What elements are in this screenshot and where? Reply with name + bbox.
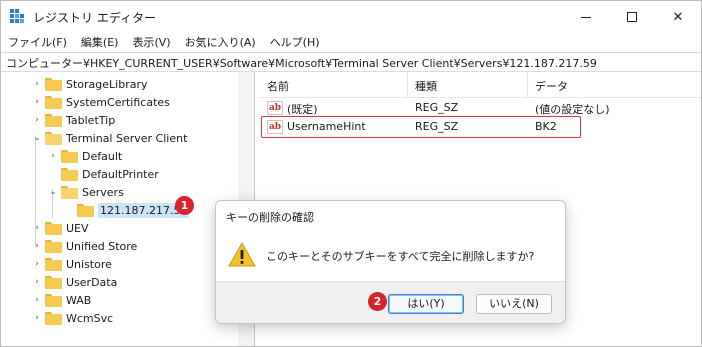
no-button[interactable]: いいえ(N) xyxy=(476,294,552,314)
tree-item-label: UEV xyxy=(66,221,89,235)
menu-edit[interactable]: 編集(E) xyxy=(74,33,126,52)
dialog-footer: はい(Y) いいえ(N) xyxy=(216,281,565,323)
registry-editor-icon xyxy=(10,9,24,23)
folder-icon xyxy=(45,275,62,289)
tree-item-uev[interactable]: › UEV xyxy=(31,219,89,237)
menu-view[interactable]: 表示(V) xyxy=(125,33,177,52)
column-header-name[interactable]: 名前 xyxy=(267,78,289,94)
value-data: BK2 xyxy=(535,120,557,133)
value-type: REG_SZ xyxy=(415,120,459,133)
tree-item-label: DefaultPrinter xyxy=(82,167,159,181)
tree-item-server-ip[interactable]: 121.187.217.59 xyxy=(63,201,190,219)
tree-item-label: TabletTip xyxy=(66,113,116,127)
dialog-title: キーの削除の確認 xyxy=(226,211,314,224)
folder-icon xyxy=(45,221,62,235)
tree-item-label: Unified Store xyxy=(66,239,138,253)
folder-open-icon xyxy=(45,131,62,145)
tree-item-unistore[interactable]: › Unistore xyxy=(31,255,112,273)
tree-item-servers[interactable]: ⌄ Servers xyxy=(47,183,124,201)
column-header-type[interactable]: 種類 xyxy=(415,78,437,94)
folder-icon xyxy=(45,311,62,325)
string-value-icon: ab xyxy=(267,120,283,134)
title-bar: レジストリ エディター ✕ xyxy=(1,1,701,33)
chevron-right-icon[interactable]: › xyxy=(31,111,43,129)
folder-icon xyxy=(45,239,62,253)
tree-item-label: Unistore xyxy=(66,257,112,271)
menu-help[interactable]: ヘルプ(H) xyxy=(263,33,327,52)
tree-item-wcmsvc[interactable]: › WcmSvc xyxy=(31,309,113,327)
tree-item-label: SystemCertificates xyxy=(66,95,170,109)
tree-item-userdata[interactable]: › UserData xyxy=(31,273,117,291)
tree-item-systemcertificates[interactable]: › SystemCertificates xyxy=(31,93,170,111)
folder-icon xyxy=(77,203,94,217)
menu-file[interactable]: ファイル(F) xyxy=(1,33,74,52)
minimize-icon xyxy=(581,16,591,18)
yes-button[interactable]: はい(Y) xyxy=(388,294,464,314)
list-row-usernamehint[interactable]: ab UsernameHint REG_SZ BK2 xyxy=(259,118,701,137)
folder-icon xyxy=(45,77,62,91)
window-title: レジストリ エディター xyxy=(33,11,156,25)
value-type: REG_SZ xyxy=(415,101,459,114)
tree-item-label: WcmSvc xyxy=(66,311,114,325)
confirm-delete-dialog: キーの削除の確認 このキーとそのサブキーをすべて完全に削除しますか? はい(Y)… xyxy=(215,200,566,324)
chevron-right-icon[interactable]: › xyxy=(47,147,59,165)
tree-item-default[interactable]: › Default xyxy=(47,147,122,165)
chevron-right-icon[interactable]: › xyxy=(31,75,43,93)
value-data: (値の設定なし) xyxy=(535,103,610,116)
registry-editor-window: レジストリ エディター ✕ ファイル(F) 編集(E) 表示(V) お気に入り(… xyxy=(0,0,702,347)
column-separator[interactable] xyxy=(407,72,408,98)
folder-icon xyxy=(45,293,62,307)
menu-bar: ファイル(F) 編集(E) 表示(V) お気に入り(A) ヘルプ(H) xyxy=(1,33,701,52)
step-badge-2: 2 xyxy=(368,292,387,311)
folder-icon xyxy=(45,95,62,109)
maximize-button[interactable] xyxy=(609,1,655,33)
string-value-icon: ab xyxy=(267,101,283,115)
close-icon: ✕ xyxy=(672,9,684,25)
tree-item-label: StorageLibrary xyxy=(66,77,148,91)
tree-item-label: Default xyxy=(82,149,123,163)
tree-item-unified-store[interactable]: › Unified Store xyxy=(31,237,137,255)
folder-icon xyxy=(61,149,78,163)
column-separator[interactable] xyxy=(527,72,528,98)
tree-item-label: UserData xyxy=(66,275,118,289)
value-name: (既定) xyxy=(287,103,318,116)
folder-open-icon xyxy=(61,185,78,199)
step-badge-1: 1 xyxy=(175,196,194,215)
chevron-right-icon[interactable]: › xyxy=(31,93,43,111)
chevron-right-icon[interactable]: › xyxy=(31,291,43,309)
folder-icon xyxy=(45,113,62,127)
chevron-down-icon[interactable]: ⌄ xyxy=(31,129,43,147)
chevron-right-icon[interactable]: › xyxy=(31,237,43,255)
chevron-right-icon[interactable]: › xyxy=(31,219,43,237)
tree-item-terminal-server-client[interactable]: ⌄ Terminal Server Client xyxy=(31,129,187,147)
maximize-icon xyxy=(627,12,637,22)
tree-item-label: Servers xyxy=(82,185,124,199)
chevron-right-icon[interactable]: › xyxy=(31,273,43,291)
menu-favorites[interactable]: お気に入り(A) xyxy=(178,33,263,52)
tree-item-storagelibrary[interactable]: › StorageLibrary xyxy=(31,75,148,93)
column-header-data[interactable]: データ xyxy=(535,78,568,94)
list-header: 名前 種類 データ xyxy=(259,72,701,98)
value-name: UsernameHint xyxy=(287,120,366,133)
tree-item-wab[interactable]: › WAB xyxy=(31,291,91,309)
folder-icon xyxy=(45,257,62,271)
minimize-button[interactable] xyxy=(563,1,609,33)
dialog-message: このキーとそのサブキーをすべて完全に削除しますか? xyxy=(266,250,535,263)
close-button[interactable]: ✕ xyxy=(655,1,701,33)
tree-item-defaultprinter[interactable]: DefaultPrinter xyxy=(47,165,159,183)
chevron-right-icon[interactable]: › xyxy=(31,309,43,327)
chevron-down-icon[interactable]: ⌄ xyxy=(47,183,59,201)
tree-item-label: WAB xyxy=(66,293,92,307)
address-bar[interactable]: コンピューター¥HKEY_CURRENT_USER¥Software¥Micro… xyxy=(1,52,701,72)
tree-item-tablettip[interactable]: › TabletTip xyxy=(31,111,115,129)
warning-icon xyxy=(228,241,256,267)
folder-icon xyxy=(61,167,78,181)
tree-item-label: Terminal Server Client xyxy=(66,131,188,145)
chevron-right-icon[interactable]: › xyxy=(31,255,43,273)
